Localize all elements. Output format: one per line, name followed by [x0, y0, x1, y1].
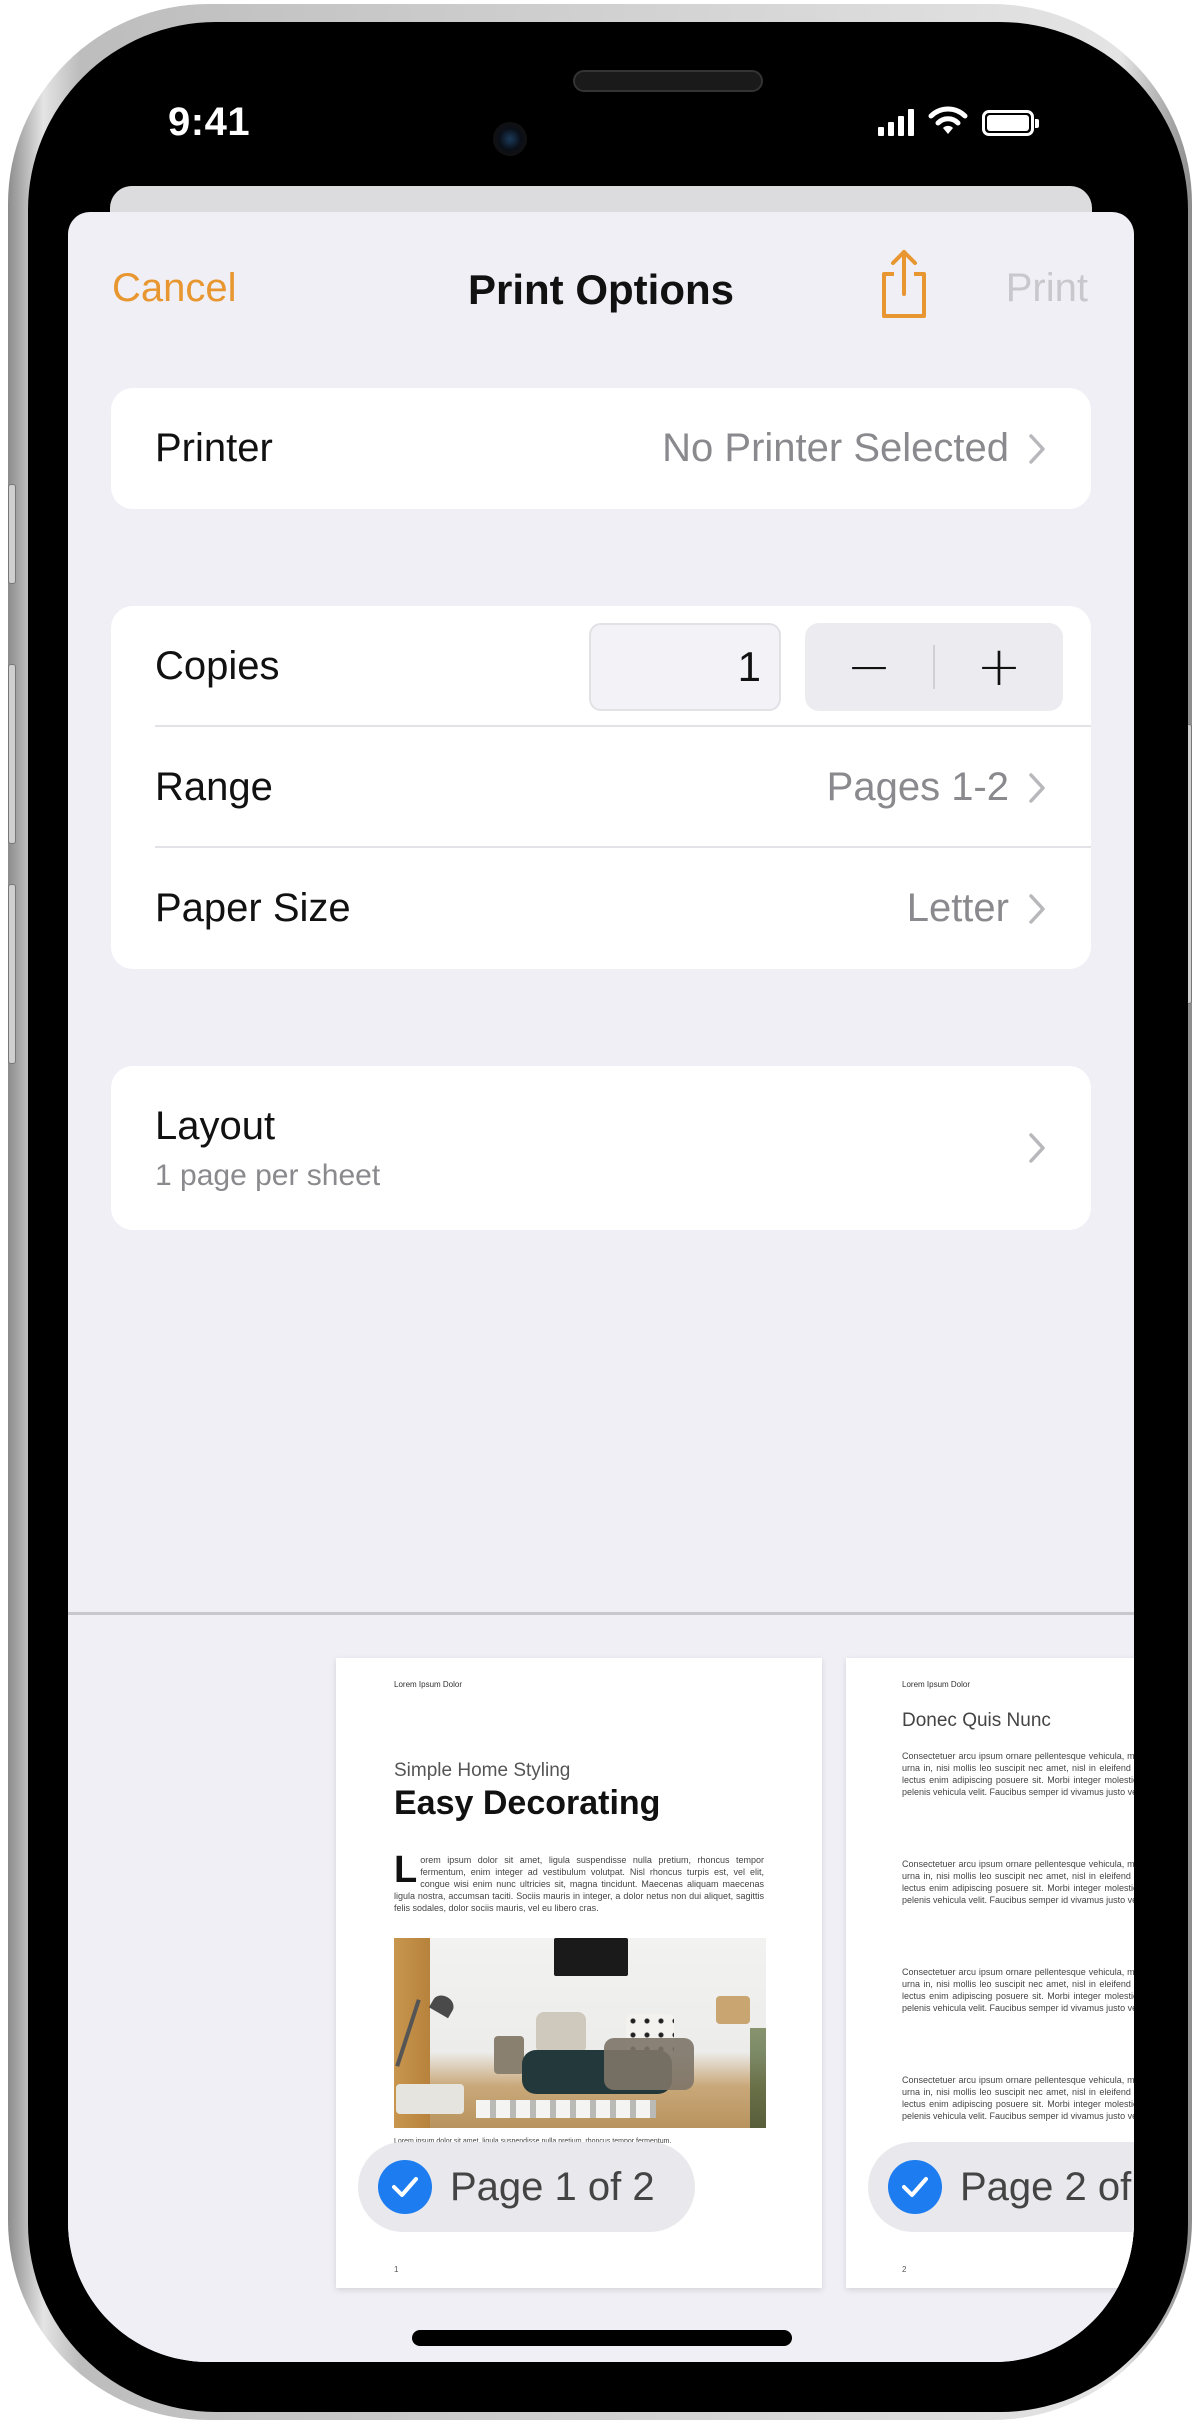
layout-value: 1 page per sheet — [155, 1158, 381, 1192]
screen: 9:41 Cancel Print Options Print Printer … — [68, 56, 1134, 2362]
chevron-right-icon — [1029, 893, 1045, 924]
drop-cap: L — [394, 1849, 418, 1891]
page-number: 1 — [394, 2265, 399, 2274]
page-title-text: Easy Decorating — [394, 1784, 661, 1822]
page-badge-label: Page 1 of 2 — [450, 2164, 655, 2209]
status-time: 9:41 — [168, 100, 251, 144]
decrement-button[interactable]: − — [805, 623, 933, 711]
paper-size-row[interactable]: Paper Size Letter — [111, 848, 1091, 969]
page-kicker: Simple Home Styling — [394, 1760, 571, 1781]
print-button[interactable]: Print — [1006, 266, 1088, 311]
page-body-text: Consectetuer arcu ipsum ornare pellentes… — [902, 1751, 1134, 1797]
home-indicator[interactable] — [412, 2330, 792, 2346]
page-body-text: Consectetuer arcu ipsum ornare pellentes… — [902, 1859, 1134, 1905]
layout-label: Layout — [155, 1103, 276, 1148]
printer-card: Printer No Printer Selected — [111, 388, 1091, 509]
increment-button[interactable]: + — [935, 623, 1063, 711]
copies-input[interactable]: 1 — [589, 622, 781, 711]
page-number: 2 — [902, 2265, 907, 2274]
layout-card: Layout 1 page per sheet — [111, 1066, 1091, 1230]
mute-switch — [8, 484, 16, 584]
printer-label: Printer — [155, 426, 273, 470]
paper-size-value: Letter — [906, 886, 1009, 930]
paper-size-label: Paper Size — [155, 886, 351, 930]
copies-stepper: − + — [805, 622, 1063, 711]
printer-row[interactable]: Printer No Printer Selected — [111, 388, 1091, 509]
range-value: Pages 1-2 — [826, 765, 1009, 809]
room-photo — [394, 1938, 766, 2128]
page-body-text: orem ipsum dolor sit amet, ligula suspen… — [394, 1855, 764, 1913]
page-body-text: Consectetuer arcu ipsum ornare pellentes… — [902, 2075, 1134, 2121]
volume-down-button — [8, 884, 16, 1064]
page-2-selection-badge[interactable]: Page 2 of 2 — [868, 2142, 1134, 2232]
printer-value: No Printer Selected — [662, 426, 1009, 470]
range-label: Range — [155, 765, 273, 809]
page-badge-label: Page 2 of 2 — [960, 2164, 1134, 2209]
page-1-selection-badge[interactable]: Page 1 of 2 — [358, 2142, 695, 2232]
navigation-bar: Cancel Print Options Print — [68, 212, 1134, 368]
checkmark-icon — [888, 2160, 942, 2214]
battery-icon — [982, 110, 1039, 136]
copies-row: Copies 1 − + — [111, 606, 1091, 727]
page-header: Lorem Ipsum Dolor — [394, 1680, 463, 1689]
page-title: Print Options — [468, 266, 734, 313]
print-options-sheet: Cancel Print Options Print Printer No Pr… — [68, 212, 1134, 2362]
page-title-text: Donec Quis Nunc — [902, 1710, 1051, 1731]
layout-text: Layout 1 page per sheet — [155, 1104, 1027, 1193]
range-row[interactable]: Range Pages 1-2 — [111, 727, 1091, 848]
cellular-signal-icon — [878, 108, 914, 136]
volume-up-button — [8, 664, 16, 844]
checkmark-icon — [378, 2160, 432, 2214]
layout-row[interactable]: Layout 1 page per sheet — [111, 1066, 1091, 1230]
chevron-right-icon — [1029, 772, 1045, 803]
page-body-text: Consectetuer arcu ipsum ornare pellentes… — [902, 1967, 1134, 2013]
chevron-right-icon — [1029, 1133, 1045, 1163]
status-icons — [878, 106, 1039, 136]
page-preview-area[interactable]: Lorem Ipsum Dolor Simple Home Styling Ea… — [68, 1615, 1134, 2362]
page-header: Lorem Ipsum Dolor — [902, 1680, 971, 1689]
print-settings-card: Copies 1 − + Range Pages 1-2 Paper Size … — [111, 606, 1091, 969]
share-icon[interactable] — [876, 248, 932, 320]
page-body: Lorem ipsum dolor sit amet, ligula suspe… — [394, 1849, 764, 1914]
chevron-right-icon — [1029, 433, 1045, 464]
copies-label: Copies — [155, 644, 280, 688]
status-bar: 9:41 — [68, 56, 1134, 186]
wifi-icon — [928, 106, 968, 134]
